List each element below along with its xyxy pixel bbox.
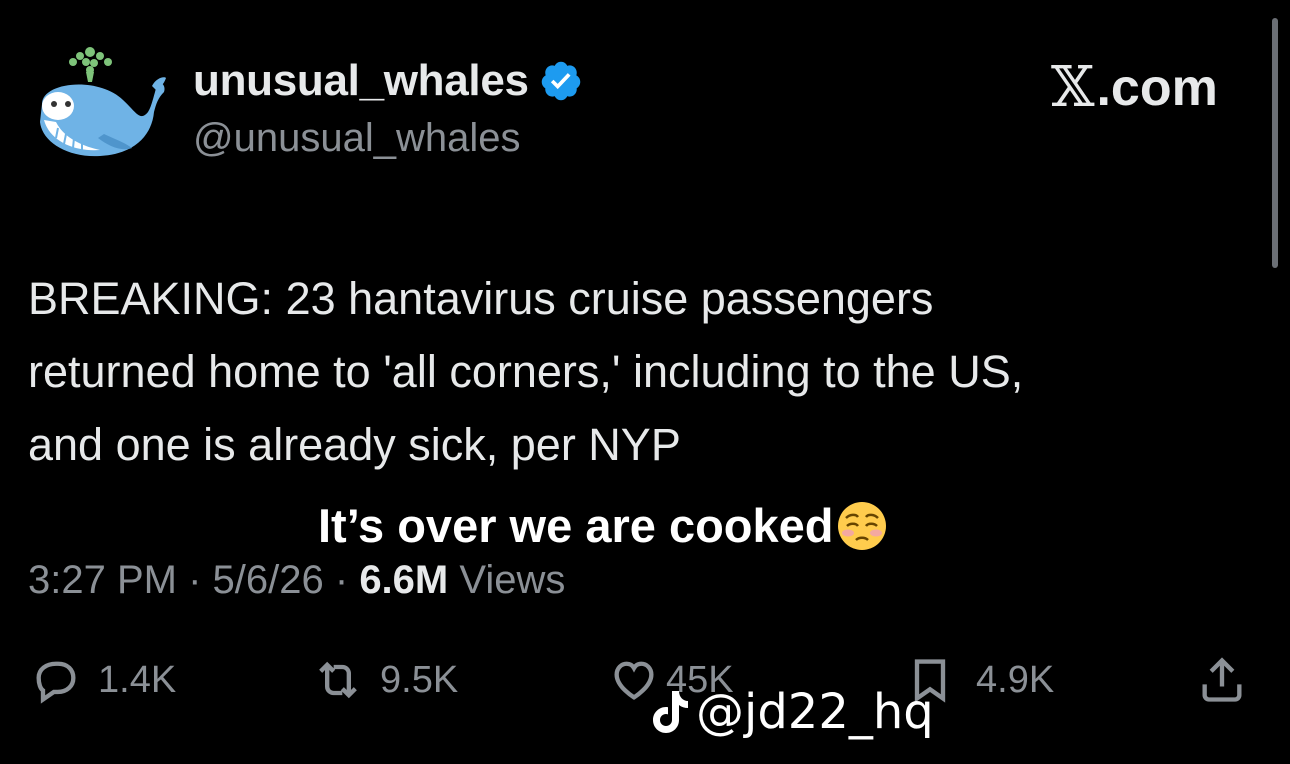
verified-badge-icon: [541, 61, 580, 101]
tweet-line: BREAKING: 23 hantavirus cruise passenger…: [28, 273, 934, 324]
bookmark-count: 4.9K: [976, 658, 1055, 701]
repost-button[interactable]: 9.5K: [312, 654, 458, 706]
x-logo-icon: 𝕏: [1051, 55, 1095, 120]
author-name-text: unusual_whales: [193, 56, 529, 105]
scrollbar[interactable]: [1272, 18, 1278, 268]
tweet-body: BREAKING: 23 hantavirus cruise passenger…: [28, 262, 1258, 481]
tweet-line: and one is already sick, per NYP: [28, 419, 681, 470]
author-avatar[interactable]: [28, 42, 168, 167]
brand-label: .com: [1096, 58, 1218, 117]
caption-text: It’s over we are cooked: [318, 499, 834, 552]
tweet-time[interactable]: 3:27 PM: [28, 558, 177, 602]
tiktok-icon: [653, 691, 688, 733]
reply-icon: [36, 661, 76, 704]
share-icon: [1202, 657, 1242, 702]
tweet-meta: 3:27 PM · 5/6/26 · 6.6M Views: [28, 558, 565, 603]
meta-separator: ·: [188, 558, 213, 602]
views-count: 6.6M: [359, 558, 449, 602]
whale-icon: [40, 47, 166, 157]
reply-button[interactable]: 1.4K: [30, 654, 176, 706]
author-display-name[interactable]: unusual_whales: [193, 56, 583, 106]
share-button[interactable]: [1196, 654, 1248, 706]
repost-icon: [319, 661, 357, 699]
views-label: Views: [459, 558, 566, 602]
overlay-caption: It’s over we are cooked: [318, 498, 888, 553]
tweet-date[interactable]: 5/6/26: [213, 558, 324, 602]
tiktok-watermark: @jd22_hq: [650, 684, 934, 740]
author-handle[interactable]: @unusual_whales: [193, 116, 520, 161]
repost-count: 9.5K: [380, 658, 459, 701]
tweet-line: returned home to 'all corners,' includin…: [28, 346, 1024, 397]
pleading-face-emoji: [837, 501, 886, 550]
reply-count: 1.4K: [98, 658, 177, 701]
brand-logo: 𝕏 .com: [1051, 55, 1218, 120]
meta-separator: ·: [334, 558, 360, 602]
watermark-text: @jd22_hq: [696, 684, 934, 740]
